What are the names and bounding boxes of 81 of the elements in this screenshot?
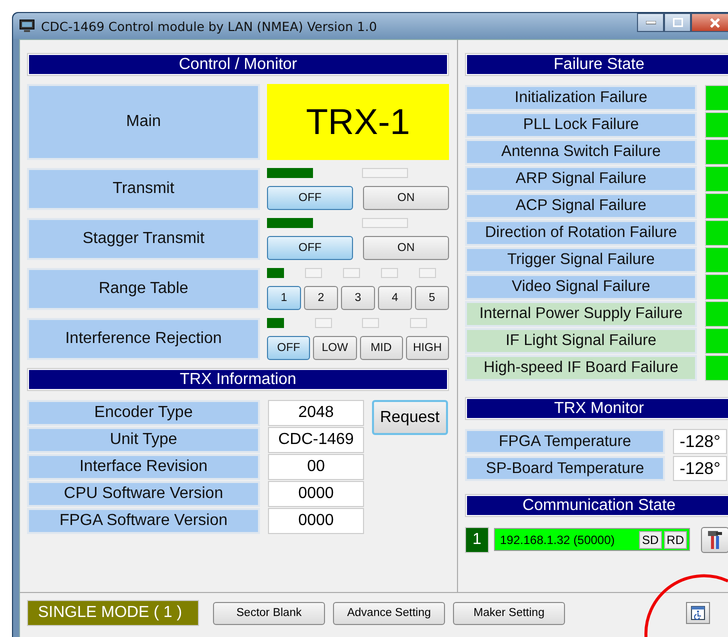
value-field: 0000 — [268, 481, 364, 507]
toggle-button[interactable]: ON — [363, 236, 449, 260]
toggle-button[interactable]: 5 — [415, 286, 449, 310]
toggle-button[interactable]: OFF — [267, 336, 310, 360]
request-button[interactable]: Request — [372, 400, 448, 435]
failure-label: Internal Power Supply Failure — [465, 301, 697, 327]
row-label: Range Table — [27, 268, 260, 310]
status-indicator — [705, 193, 728, 219]
toggle-button[interactable]: 2 — [304, 286, 338, 310]
failure-label: IF Light Signal Failure — [465, 328, 697, 354]
status-indicator — [705, 112, 728, 138]
field-label: FPGA Temperature — [465, 429, 665, 454]
setting-button[interactable]: Sector Blank — [213, 602, 325, 624]
minimize-icon — [646, 20, 656, 24]
row-label: Stagger Transmit — [27, 218, 260, 260]
toggle-button[interactable]: OFF — [267, 186, 353, 210]
minimize-button[interactable] — [637, 13, 664, 32]
failure-label: ARP Signal Failure — [465, 166, 697, 192]
failure-label: Antenna Switch Failure — [465, 139, 697, 165]
failure-label: Initialization Failure — [465, 85, 697, 111]
section-header: TRX Information — [27, 368, 449, 391]
value-field: CDC-1469 — [268, 427, 364, 453]
field-label: SP-Board Temperature — [465, 456, 665, 481]
failure-label: ACP Signal Failure — [465, 193, 697, 219]
section-header: TRX Monitor — [465, 397, 728, 420]
status-indicator — [705, 166, 728, 192]
field-label: Interface Revision — [27, 454, 260, 480]
accessibility-button[interactable] — [686, 602, 710, 624]
field-label: Unit Type — [27, 427, 260, 453]
field-label: Encoder Type — [27, 400, 260, 426]
maximize-button[interactable] — [664, 13, 691, 32]
tools-icon — [707, 530, 723, 550]
signal-flag: SD — [638, 530, 662, 548]
failure-label: High-speed IF Board Failure — [465, 355, 697, 381]
window-title: CDC-1469 Control module by LAN (NMEA) Version 1.0 — [41, 18, 377, 34]
ip-address: 192.168.1.32 (50000) — [500, 532, 615, 546]
temperature-value: -128° — [673, 429, 727, 454]
row-label: Interference Rejection — [27, 318, 260, 360]
main-display: TRX-1 — [267, 84, 449, 160]
status-indicator — [705, 139, 728, 165]
section-header: Communication State — [465, 494, 728, 517]
section-header: Failure State — [465, 53, 728, 76]
field-label: CPU Software Version — [27, 481, 260, 507]
value-field: 00 — [268, 454, 364, 480]
failure-label: Video Signal Failure — [465, 274, 697, 300]
status-indicator — [705, 328, 728, 354]
status-indicator — [705, 247, 728, 273]
failure-label: PLL Lock Failure — [465, 112, 697, 138]
setting-button[interactable]: Advance Setting — [333, 602, 445, 624]
tools-button[interactable] — [701, 526, 728, 552]
status-indicator — [705, 274, 728, 300]
toggle-button[interactable]: ON — [363, 186, 449, 210]
setting-button[interactable]: Maker Setting — [453, 602, 565, 624]
close-button[interactable] — [691, 13, 728, 32]
toggle-button[interactable]: 4 — [378, 286, 412, 310]
value-field: 2048 — [268, 400, 364, 426]
status-indicator — [705, 355, 728, 381]
section-header: Control / Monitor — [27, 53, 449, 76]
channel-number: 1 — [465, 526, 489, 552]
close-icon — [710, 18, 720, 28]
maximize-icon — [672, 18, 682, 27]
toggle-button[interactable]: HIGH — [406, 336, 449, 360]
value-field: 0000 — [268, 508, 364, 534]
toggle-button[interactable]: LOW — [313, 336, 356, 360]
failure-label: Trigger Signal Failure — [465, 247, 697, 273]
row-label: Main — [27, 84, 260, 160]
wheelchair-icon — [691, 606, 705, 620]
signal-flag: RD — [664, 530, 687, 548]
toggle-button[interactable]: MID — [360, 336, 403, 360]
temperature-value: -128° — [673, 456, 727, 481]
toggle-button[interactable]: 1 — [267, 286, 301, 310]
failure-label: Direction of Rotation Failure — [465, 220, 697, 246]
status-indicator — [705, 301, 728, 327]
row-label: Transmit — [27, 168, 260, 210]
monitor-icon — [19, 19, 35, 33]
mode-indicator: SINGLE MODE ( 1 ) — [27, 600, 199, 626]
status-indicator — [705, 220, 728, 246]
toggle-button[interactable]: OFF — [267, 236, 353, 260]
status-indicator — [705, 85, 728, 111]
field-label: FPGA Software Version — [27, 508, 260, 534]
toggle-button[interactable]: 3 — [341, 286, 375, 310]
